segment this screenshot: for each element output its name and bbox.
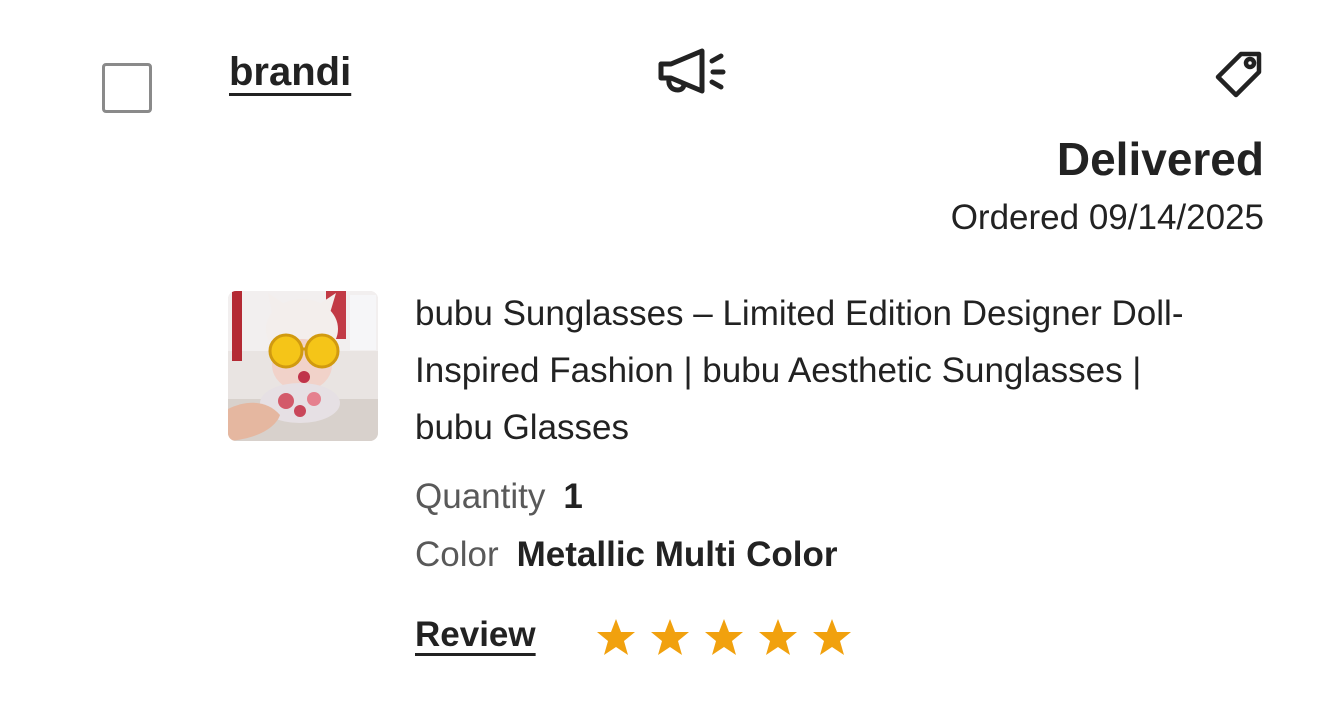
color-value: Metallic Multi Color [516,535,838,574]
star-icon[interactable] [812,617,852,657]
select-order-checkbox[interactable] [102,63,152,113]
star-icon[interactable] [758,617,798,657]
star-icon[interactable] [650,617,690,657]
star-icon[interactable] [596,617,636,657]
quantity-label: Quantity [415,477,546,516]
color-label: Color [415,535,499,574]
star-icon[interactable] [704,617,744,657]
product-thumbnail[interactable] [228,291,378,441]
star-rating [596,617,852,657]
megaphone-icon[interactable] [656,46,726,98]
order-status: Delivered [1056,133,1264,185]
review-link[interactable]: Review [415,615,536,655]
order-card: brandi Delivered Ordered 09/14/2025 bubu… [0,0,1320,705]
tag-icon[interactable] [1214,50,1264,100]
buyer-name-link[interactable]: brandi [229,50,351,95]
quantity-value: 1 [563,477,583,516]
product-title[interactable]: bubu Sunglasses – Limited Edition Design… [415,285,1215,456]
quantity-row: Quantity 1 [415,477,583,517]
order-date: Ordered 09/14/2025 [950,198,1264,237]
color-row: Color Metallic Multi Color [415,535,838,575]
